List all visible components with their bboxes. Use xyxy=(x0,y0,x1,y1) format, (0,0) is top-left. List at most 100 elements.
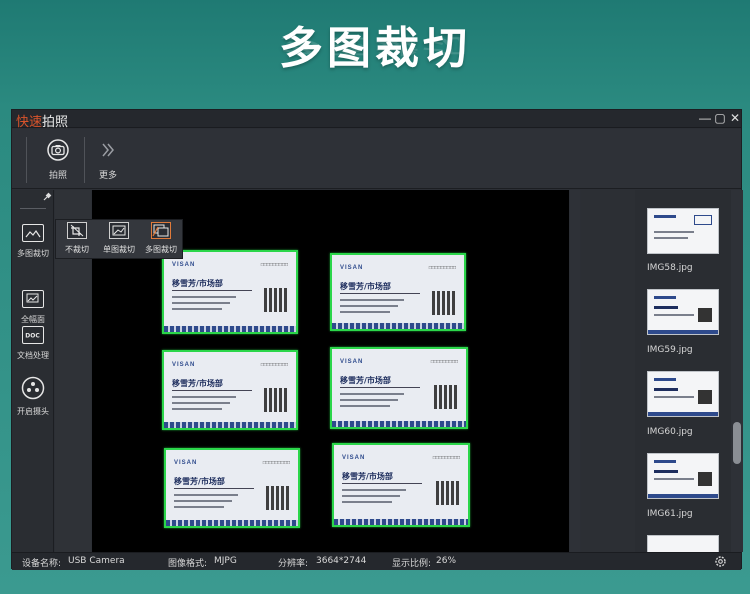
thumbnail-image[interactable] xyxy=(647,208,719,254)
thumb-brand xyxy=(654,460,676,463)
thumbnail-image[interactable] xyxy=(647,453,719,499)
app-title-part1: 快速 xyxy=(16,115,43,130)
card-text-line xyxy=(340,399,398,401)
qr-code xyxy=(436,481,460,505)
toolbar-divider-2 xyxy=(84,137,85,183)
thumb-text xyxy=(654,396,694,398)
left-item-label: 多图裁切 xyxy=(17,249,49,258)
business-card-crop[interactable]: VISAN □□□□□□□□□ 移雪芳/市场部 xyxy=(332,443,470,527)
thumb-brand xyxy=(654,215,676,218)
banner-title-reflection: 多图裁切 xyxy=(279,34,471,58)
card-name: 移雪芳/市场部 xyxy=(172,279,223,288)
left-item-multi-crop[interactable]: 多图裁切 xyxy=(12,224,54,259)
left-item-full-frame[interactable]: 全幅面 xyxy=(12,290,54,325)
card-text-line xyxy=(340,299,404,301)
business-card-crop[interactable]: VISAN □□□□□□□□□ 移雪芳/市场部 xyxy=(330,347,468,429)
card-name: 移雪芳/市场部 xyxy=(340,282,391,291)
card-text-line xyxy=(172,296,236,298)
ratio-value: 26% xyxy=(436,556,457,566)
thumb-qr xyxy=(698,390,712,404)
card-band xyxy=(164,422,296,428)
card-text-line xyxy=(174,494,238,496)
ratio-label: 显示比例: xyxy=(392,559,432,569)
card-name: 移雪芳/市场部 xyxy=(174,477,225,486)
format-value: MJPG xyxy=(214,556,237,566)
business-card-crop[interactable]: VISAN □□□□□□□□□ 移雪芳/市场部 xyxy=(330,253,466,331)
close-button[interactable]: ✕ xyxy=(728,110,742,126)
card-company: □□□□□□□□□ xyxy=(430,359,458,365)
resolution-label: 分辨率: xyxy=(278,559,309,569)
resolution-value: 3664*2744 xyxy=(316,556,367,566)
title-bar: 快速拍照 — ▢ ✕ xyxy=(12,110,742,130)
canvas-scrollbar[interactable] xyxy=(570,190,580,552)
capture-button[interactable]: 拍照 xyxy=(38,139,78,181)
full-frame-icon xyxy=(22,290,44,308)
app-title: 快速拍照 xyxy=(16,111,68,130)
device-label: 设备名称: xyxy=(22,559,62,569)
app-title-part2: 拍照 xyxy=(42,115,69,130)
thumb-text xyxy=(654,231,694,233)
left-item-label: 全幅面 xyxy=(21,315,45,324)
card-text-line xyxy=(172,302,230,304)
crop-option-single[interactable]: 单图裁切 xyxy=(102,222,136,255)
card-text-line xyxy=(342,489,406,491)
thumb-band xyxy=(648,330,718,334)
more-button[interactable]: 更多 xyxy=(88,139,128,181)
card-brand: VISAN xyxy=(342,455,366,461)
format-label: 图像格式: xyxy=(168,559,208,569)
double-chevron-right-icon xyxy=(102,143,114,157)
camera-icon xyxy=(47,139,69,161)
more-label: 更多 xyxy=(98,171,117,181)
capture-label: 拍照 xyxy=(48,171,67,181)
crop-option-label: 多图裁切 xyxy=(145,245,177,254)
thumb-text xyxy=(654,478,694,480)
business-card-crop[interactable]: VISAN □□□□□□□□□ 移雪芳/市场部 xyxy=(164,448,300,528)
scrollbar-thumb[interactable] xyxy=(733,422,741,464)
thumb-band xyxy=(648,494,718,498)
thumb-text xyxy=(654,237,688,239)
left-item-camera[interactable]: 开启摄头 xyxy=(12,376,54,417)
thumbnail-label: IMG59.jpg xyxy=(647,345,693,355)
card-company: □□□□□□□□□ xyxy=(260,362,288,368)
card-brand: VISAN xyxy=(340,265,364,271)
crop-option-none[interactable]: 不裁切 xyxy=(60,222,94,255)
toolbar-divider xyxy=(26,137,27,183)
card-name: 移雪芳/市场部 xyxy=(340,376,391,385)
card-rule xyxy=(174,488,254,489)
thumbnail-image[interactable] xyxy=(647,371,719,417)
thumb-band xyxy=(648,412,718,416)
device-value: USB Camera xyxy=(68,556,125,566)
card-brand: VISAN xyxy=(172,262,196,268)
crop-options-panel: 不裁切 单图裁切 多图裁切 xyxy=(55,219,183,259)
crop-option-multi[interactable]: 多图裁切 xyxy=(144,222,178,255)
thumbnail-label: IMG60.jpg xyxy=(647,427,693,437)
minimize-button[interactable]: — xyxy=(698,110,712,126)
card-band xyxy=(166,520,298,526)
thumbnail-scrollbar[interactable] xyxy=(731,190,743,552)
multi-crop-icon xyxy=(22,224,44,242)
multi-crop-icon xyxy=(151,222,171,239)
thumb-brand xyxy=(654,296,676,299)
card-text-line xyxy=(172,396,236,398)
left-item-document[interactable]: DOC 文档处理 xyxy=(12,326,54,361)
card-name: 移雪芳/市场部 xyxy=(342,472,393,481)
business-card-crop[interactable]: VISAN □□□□□□□□□ 移雪芳/市场部 xyxy=(162,350,298,430)
restore-button[interactable]: ▢ xyxy=(713,110,727,126)
qr-code xyxy=(266,486,290,510)
left-tool-panel: 多图裁切 全幅面 DOC 文档处理 开启摄头 xyxy=(12,190,54,552)
pin-icon[interactable] xyxy=(42,192,52,202)
thumb-name xyxy=(654,388,678,391)
thumb-badge xyxy=(694,215,712,225)
card-brand: VISAN xyxy=(174,460,198,466)
card-band xyxy=(164,326,296,332)
thumbnail-image[interactable] xyxy=(647,289,719,335)
card-rule xyxy=(340,387,420,388)
business-card-crop[interactable]: VISAN □□□□□□□□□ 移雪芳/市场部 xyxy=(162,250,298,334)
crop-option-label: 不裁切 xyxy=(65,245,89,254)
card-text-line xyxy=(172,402,230,404)
card-name: 移雪芳/市场部 xyxy=(172,379,223,388)
card-band xyxy=(334,519,468,525)
app-window: 快速拍照 — ▢ ✕ 拍照 更多 多图裁切 全幅面 DOC 文档处理 开启摄头 … xyxy=(11,109,743,570)
thumbnail-image[interactable] xyxy=(647,535,719,552)
gear-icon[interactable] xyxy=(714,555,727,568)
